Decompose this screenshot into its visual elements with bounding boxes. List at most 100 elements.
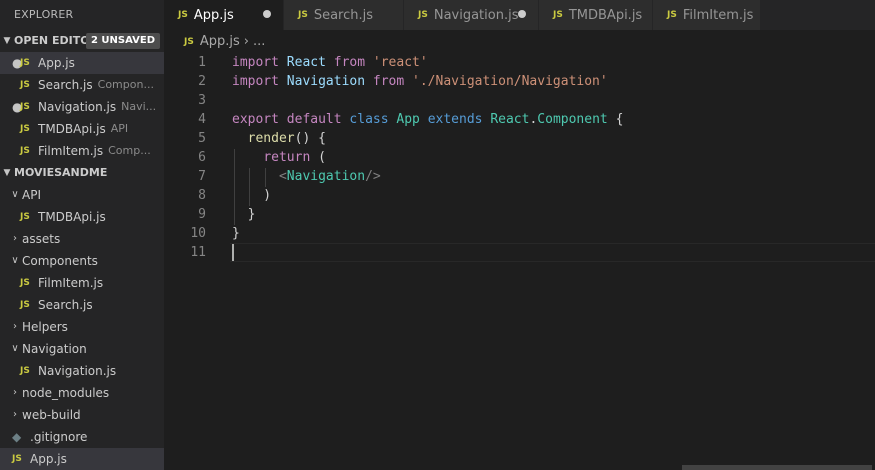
- code-token: Navigation: [286, 74, 373, 89]
- code-token: class: [349, 112, 397, 127]
- js-file-icon: JS: [20, 80, 30, 90]
- tab-label: FilmItem.js: [682, 7, 754, 23]
- project-header[interactable]: ▼ MOVIESANDME: [0, 162, 164, 184]
- tree-item-name: Navigation: [22, 342, 87, 356]
- code-line: 5 render() {: [164, 129, 875, 148]
- line-number: 2: [198, 74, 206, 89]
- open-editor-name: FilmItem.js: [38, 144, 104, 158]
- line-number: 3: [198, 93, 206, 108]
- tree-item-name: App.js: [30, 452, 67, 466]
- git-file-icon: ◆: [12, 430, 22, 444]
- code-editor[interactable]: 1 import React from 'react' 2 import Naviga…: [164, 54, 875, 470]
- code-token: React: [490, 112, 530, 127]
- open-editor-item[interactable]: ● JS Navigation.js Navi...: [0, 96, 164, 118]
- tree-item[interactable]: JS FilmItem.js: [0, 272, 164, 294]
- line-number: 4: [198, 112, 206, 127]
- js-file-icon: JS: [20, 212, 30, 222]
- js-file-icon: JS: [667, 10, 677, 20]
- tree-item[interactable]: › web-build: [0, 404, 164, 426]
- js-file-icon: JS: [20, 300, 30, 310]
- chevron-right-icon: ›: [13, 387, 17, 398]
- code-token: App: [396, 112, 428, 127]
- code-line: 1 import React from 'react': [164, 53, 875, 72]
- horizontal-scrollbar[interactable]: [682, 465, 872, 470]
- open-editor-folder: Compon...: [97, 78, 154, 91]
- code-token: () {: [294, 131, 326, 146]
- code-token: ): [232, 188, 272, 203]
- tab-label: Search.js: [313, 7, 374, 23]
- explorer-sidebar: EXPLORER ▼ OPEN EDITO... 2 UNSAVED ● JS Ap…: [0, 0, 164, 470]
- open-editor-name: TMDBApi.js: [38, 122, 106, 136]
- code-token: Navigation: [286, 169, 366, 184]
- code-token: './Navigation/Navigation': [412, 74, 608, 89]
- js-file-icon: JS: [553, 10, 563, 20]
- line-number: 8: [198, 188, 206, 203]
- js-file-icon: JS: [20, 146, 30, 156]
- tree-item[interactable]: › node_modules: [0, 382, 164, 404]
- chevron-right-icon: ›: [13, 321, 17, 332]
- tree-item[interactable]: JS Search.js: [0, 294, 164, 316]
- tree-item-name: FilmItem.js: [38, 276, 104, 290]
- tab-search[interactable]: JS Search.js: [284, 0, 404, 30]
- tree-item[interactable]: › assets: [0, 228, 164, 250]
- tree-item-name: .gitignore: [30, 430, 88, 444]
- line-code: <Navigation/>: [232, 167, 381, 186]
- code-token: default: [286, 112, 350, 127]
- tree-item[interactable]: ∨ Navigation: [0, 338, 164, 360]
- tree-item[interactable]: JS Navigation.js: [0, 360, 164, 382]
- open-editor-item[interactable]: JS FilmItem.js Comp...: [0, 140, 164, 162]
- code-token: 'react': [372, 55, 428, 70]
- open-editor-name: Navigation.js: [38, 100, 117, 114]
- chevron-right-icon: ›: [13, 233, 17, 244]
- tree-item[interactable]: › Helpers: [0, 316, 164, 338]
- js-file-icon: JS: [20, 366, 30, 376]
- tab-app[interactable]: JS App.js: [164, 0, 284, 30]
- open-editor-name: App.js: [38, 56, 75, 70]
- js-file-icon: JS: [184, 37, 194, 47]
- chevron-down-icon: ∨: [11, 255, 19, 266]
- tree-item-name: web-build: [22, 408, 81, 422]
- tab-filmitem[interactable]: JS FilmItem.js: [653, 0, 761, 30]
- tree-item[interactable]: ∨ API: [0, 184, 164, 206]
- open-editor-item[interactable]: JS TMDBApi.js API: [0, 118, 164, 140]
- tree-item[interactable]: ∨ Components: [0, 250, 164, 272]
- tree-item[interactable]: ◆ .gitignore: [0, 426, 164, 448]
- js-file-icon: JS: [298, 10, 308, 20]
- line-code: }: [232, 205, 256, 224]
- breadcrumb-rest[interactable]: ...: [253, 30, 265, 54]
- code-token: }: [232, 226, 240, 241]
- code-line: 7 <Navigation/>: [164, 167, 875, 186]
- js-file-icon: JS: [418, 10, 428, 20]
- code-token: {: [607, 112, 624, 127]
- open-editor-item[interactable]: ● JS App.js: [0, 52, 164, 74]
- tree-item[interactable]: JS App.js: [0, 448, 164, 470]
- js-file-icon: JS: [20, 124, 30, 134]
- code-token: import: [232, 55, 287, 70]
- tree-item-name: Helpers: [22, 320, 68, 334]
- code-token: from: [372, 74, 413, 89]
- explorer-title: EXPLORER: [14, 8, 74, 21]
- code-line: 3: [164, 91, 875, 110]
- tree-item-name: Components: [22, 254, 98, 268]
- code-line: 11: [164, 243, 875, 262]
- line-code: }: [232, 224, 240, 243]
- line-code: return (: [232, 148, 326, 167]
- line-number: 7: [198, 169, 206, 184]
- modified-dot-icon[interactable]: [263, 10, 271, 18]
- line-code: export default class App extends React.C…: [232, 110, 623, 129]
- breadcrumb-file[interactable]: App.js: [200, 30, 240, 54]
- open-editor-item[interactable]: JS Search.js Compon...: [0, 74, 164, 96]
- tab-navigation[interactable]: JS Navigation.js: [404, 0, 539, 30]
- js-file-icon: JS: [20, 278, 30, 288]
- tree-item[interactable]: JS TMDBApi.js: [0, 206, 164, 228]
- tree-item-name: assets: [22, 232, 61, 246]
- line-number: 1: [198, 55, 206, 70]
- modified-dot-icon[interactable]: [518, 10, 526, 18]
- code-token: }: [232, 207, 256, 222]
- line-number: 10: [190, 226, 206, 241]
- open-editors-header[interactable]: ▼ OPEN EDITO... 2 UNSAVED: [0, 30, 164, 52]
- open-editor-folder: Navi...: [121, 100, 157, 113]
- unsaved-badge: 2 UNSAVED: [85, 33, 160, 49]
- tab-tmdbapi[interactable]: JS TMDBApi.js: [539, 0, 653, 30]
- open-editor-name: Search.js: [38, 78, 93, 92]
